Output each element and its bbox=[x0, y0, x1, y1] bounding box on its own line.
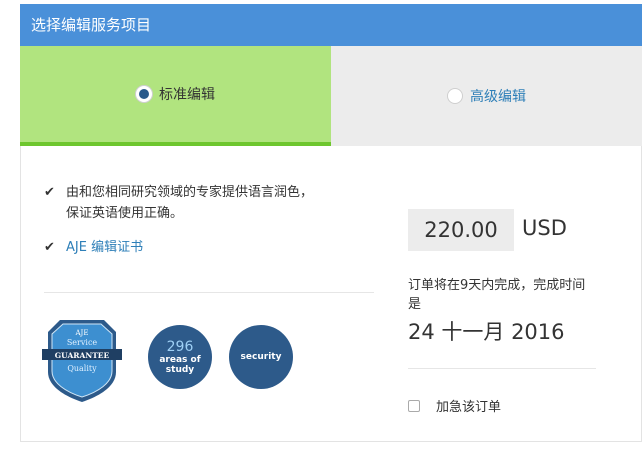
divider-left bbox=[44, 292, 374, 293]
rush-label: 加急该订单 bbox=[436, 400, 502, 415]
radio-selected-icon[interactable] bbox=[136, 86, 152, 102]
security-badge: security bbox=[229, 325, 293, 389]
security-label: security bbox=[240, 352, 282, 362]
divider-right bbox=[408, 368, 596, 369]
panel-title: 选择编辑服务项目 bbox=[31, 16, 152, 34]
shield-line-1: Service bbox=[67, 338, 98, 347]
areas-line-1: areas of bbox=[159, 354, 201, 365]
price-box: 220.00 bbox=[408, 209, 514, 251]
panel-header: 选择编辑服务项目 bbox=[20, 4, 642, 46]
shield-line-3: Quality bbox=[67, 364, 97, 373]
feature-line-2: 保证英语使用正确。 bbox=[66, 206, 184, 221]
rush-order-option[interactable]: 加急该订单 bbox=[408, 396, 501, 415]
check-icon: ✔ bbox=[44, 185, 55, 200]
tab-advanced-label: 高级编辑 bbox=[470, 89, 526, 105]
price-amount: 220.00 bbox=[424, 218, 498, 242]
service-guarantee-badge: AJE Service GUARANTEE Quality bbox=[42, 320, 122, 402]
feature-line-1: 由和您相同研究领域的专家提供语言润色， bbox=[66, 185, 314, 200]
areas-line-2: study bbox=[165, 364, 195, 375]
feature-expert-editing: ✔ 由和您相同研究领域的专家提供语言润色， 保证英语使用正确。 bbox=[44, 182, 313, 224]
feature-certificate: ✔ AJE 编辑证书 bbox=[44, 237, 143, 258]
delivery-note: 订单将在9天内完成，完成时间是 bbox=[408, 278, 586, 312]
delivery-date: 24 十一月 2016 bbox=[408, 320, 565, 344]
areas-of-study-badge: 296 areas of study bbox=[148, 325, 212, 389]
tab-standard-editing[interactable]: 标准编辑 bbox=[20, 46, 331, 146]
tab-standard-label: 标准编辑 bbox=[159, 87, 215, 103]
shield-line-2: GUARANTEE bbox=[55, 351, 110, 360]
radio-unselected-icon[interactable] bbox=[447, 88, 463, 104]
rush-checkbox[interactable] bbox=[408, 399, 420, 412]
tab-advanced-editing[interactable]: 高级编辑 bbox=[331, 46, 642, 146]
areas-number: 296 bbox=[166, 338, 194, 355]
certificate-link[interactable]: AJE 编辑证书 bbox=[66, 237, 143, 258]
price-currency: USD bbox=[522, 216, 567, 240]
check-icon: ✔ bbox=[44, 240, 55, 255]
shield-top-text: AJE bbox=[75, 329, 89, 337]
